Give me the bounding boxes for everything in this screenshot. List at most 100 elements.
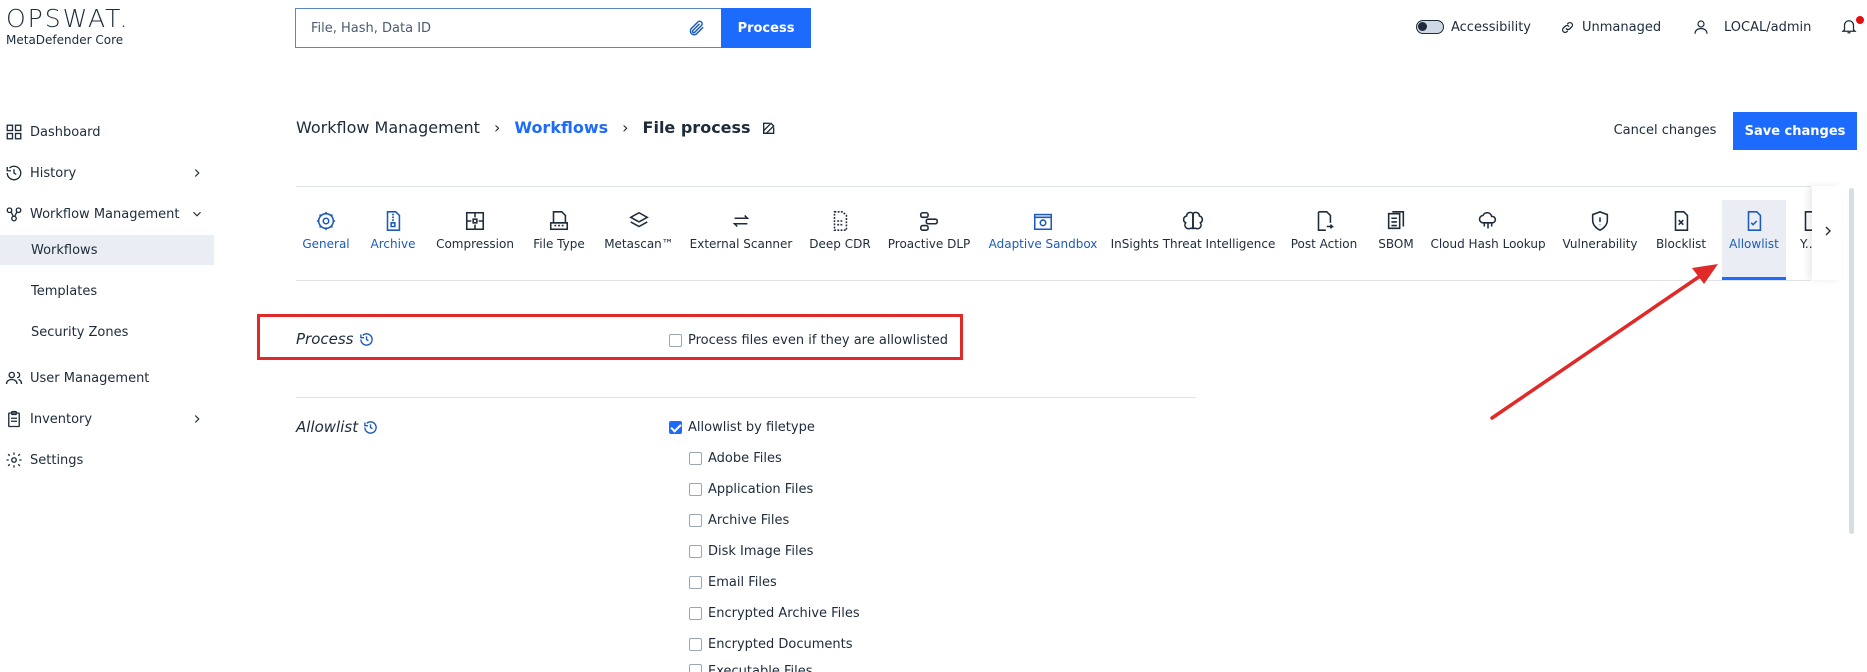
tab-metascan[interactable]: Metascan™ [603, 200, 675, 280]
option-label: Executable Files [708, 664, 813, 672]
sidebar-item-settings[interactable]: Settings [0, 445, 214, 475]
tab-file-type[interactable]: File Type [533, 200, 585, 280]
filetype-checkbox[interactable] [689, 576, 702, 589]
filetype-checkbox[interactable] [689, 607, 702, 620]
option-label: Encrypted Documents [708, 637, 853, 652]
notification-badge [1856, 16, 1864, 24]
sidebar-item-label: Workflow Management [30, 206, 180, 222]
brand-logo[interactable]: OPSWAT. MetaDefender Core [6, 4, 129, 47]
tab-label: Vulnerability [1562, 237, 1638, 251]
edit-icon[interactable] [761, 120, 777, 136]
shield-alert-icon [1591, 211, 1609, 232]
tab-general[interactable]: General [301, 200, 351, 280]
filetype-checkbox[interactable] [689, 452, 702, 465]
filetype-checkbox[interactable] [689, 514, 702, 527]
tab-blocklist[interactable]: Blocklist [1656, 200, 1706, 280]
cancel-changes-button[interactable]: Cancel changes [1600, 112, 1730, 148]
tab-archive[interactable]: Archive [369, 200, 417, 280]
filetype-checkbox[interactable] [689, 664, 702, 672]
filetype-option[interactable]: Executable Files [689, 664, 812, 672]
filetype-checkbox[interactable] [689, 545, 702, 558]
history-icon[interactable] [363, 420, 378, 435]
tabs-border-top [296, 186, 1811, 187]
sidebar-item-dashboard[interactable]: Dashboard [0, 117, 214, 147]
tab-label: General [302, 237, 350, 251]
accessibility-toggle[interactable]: Accessibility [1416, 17, 1531, 37]
filetype-option[interactable]: Email Files [689, 575, 777, 590]
filetype-option[interactable]: Archive Files [689, 513, 789, 528]
tab-label: SBOM [1378, 237, 1414, 251]
breadcrumb-root[interactable]: Workflow Management [296, 118, 480, 137]
paperclip-icon[interactable] [687, 19, 705, 37]
unmanaged-link[interactable]: Unmanaged [1560, 17, 1661, 37]
dlp-icon [919, 211, 939, 231]
filetype-checkbox[interactable] [689, 638, 702, 651]
tab-vulnerability[interactable]: Vulnerability [1562, 200, 1638, 280]
filetype-option[interactable]: Disk Image Files [689, 544, 813, 559]
annotation-highlight-box [257, 314, 963, 360]
sbom-icon [1387, 211, 1405, 230]
workflow-icon [6, 207, 22, 222]
tab-external-scanner[interactable]: External Scanner [690, 200, 792, 280]
tab-post-action[interactable]: Post Action [1291, 200, 1357, 280]
tab-allowlist[interactable]: Allowlist [1722, 200, 1786, 280]
users-icon [5, 371, 23, 385]
tab-sbom[interactable]: SBOM [1378, 200, 1414, 280]
sandbox-icon [1033, 213, 1053, 231]
archive-file-icon [386, 211, 401, 231]
tab-compression[interactable]: Compression [436, 200, 514, 280]
process-button[interactable]: Process [721, 8, 811, 48]
filetype-option[interactable]: Encrypted Archive Files [689, 606, 860, 621]
user-menu[interactable]: LOCAL/admin [1692, 17, 1811, 37]
save-changes-button[interactable]: Save changes [1733, 112, 1857, 150]
allowlist-by-filetype-checkbox[interactable] [669, 421, 682, 434]
chevron-down-icon [193, 211, 201, 217]
product-name: MetaDefender Core [6, 33, 124, 47]
sidebar-item-label: User Management [30, 370, 150, 386]
post-action-icon [1317, 211, 1335, 231]
tab-label: Post Action [1290, 237, 1358, 251]
sidebar-subitem-security-zones[interactable]: Security Zones [0, 317, 214, 347]
filetype-option[interactable]: Adobe Files [689, 451, 782, 466]
chevron-right-icon[interactable] [1820, 223, 1836, 239]
option-label: Email Files [708, 575, 777, 590]
tab-cloud-hash-lookup[interactable]: Cloud Hash Lookup [1430, 200, 1546, 280]
tab-label: Proactive DLP [887, 237, 971, 251]
tab-label: External Scanner [689, 237, 793, 251]
compression-icon [465, 211, 485, 231]
brand-name: OPSWAT. [6, 4, 130, 33]
filetype-option[interactable]: Application Files [689, 482, 813, 497]
sidebar-subitem-templates[interactable]: Templates [0, 276, 214, 306]
vertical-scrollbar[interactable] [1849, 188, 1854, 534]
tab-label: Metascan™ [604, 237, 674, 251]
chevron-right-icon [194, 415, 200, 423]
breadcrumb-separator: › [493, 118, 501, 137]
tab-adaptive-sandbox[interactable]: Adaptive Sandbox [989, 200, 1097, 280]
allowlist-by-filetype-option[interactable]: Allowlist by filetype [669, 420, 815, 435]
tab-insights-threat-intelligence[interactable]: InSights Threat Intelligence [1111, 200, 1275, 280]
cloud-network-icon [1478, 211, 1497, 229]
sidebar-subitem-workflows[interactable]: Workflows [0, 235, 214, 265]
sidebar-item-history[interactable]: History [0, 158, 214, 188]
history-icon [6, 165, 22, 181]
gear-icon [316, 211, 336, 231]
tab-label: Archive [370, 237, 416, 251]
breadcrumb-separator: › [622, 118, 629, 137]
filetype-option[interactable]: Encrypted Documents [689, 637, 853, 652]
chevron-right-icon [194, 169, 200, 177]
sidebar-item-label: History [30, 165, 77, 181]
sidebar-item-workflow-management[interactable]: Workflow Management [0, 199, 214, 229]
unmanaged-label: Unmanaged [1582, 19, 1662, 35]
option-label: Archive Files [708, 513, 790, 528]
search-input[interactable] [295, 8, 721, 48]
sidebar-item-user-management[interactable]: User Management [0, 363, 214, 393]
tab-deep-cdr[interactable]: Deep CDR [809, 200, 871, 280]
tab-proactive-dlp[interactable]: Proactive DLP [887, 200, 971, 280]
sidebar-item-inventory[interactable]: Inventory [0, 404, 214, 434]
option-label: Disk Image Files [708, 544, 814, 559]
toggle-switch[interactable] [1416, 20, 1444, 34]
filetype-checkbox[interactable] [689, 483, 702, 496]
breadcrumb-workflows[interactable]: Workflows [514, 118, 608, 137]
search-bar: Process [295, 8, 811, 48]
allowlist-section-label: Allowlist [296, 418, 378, 436]
